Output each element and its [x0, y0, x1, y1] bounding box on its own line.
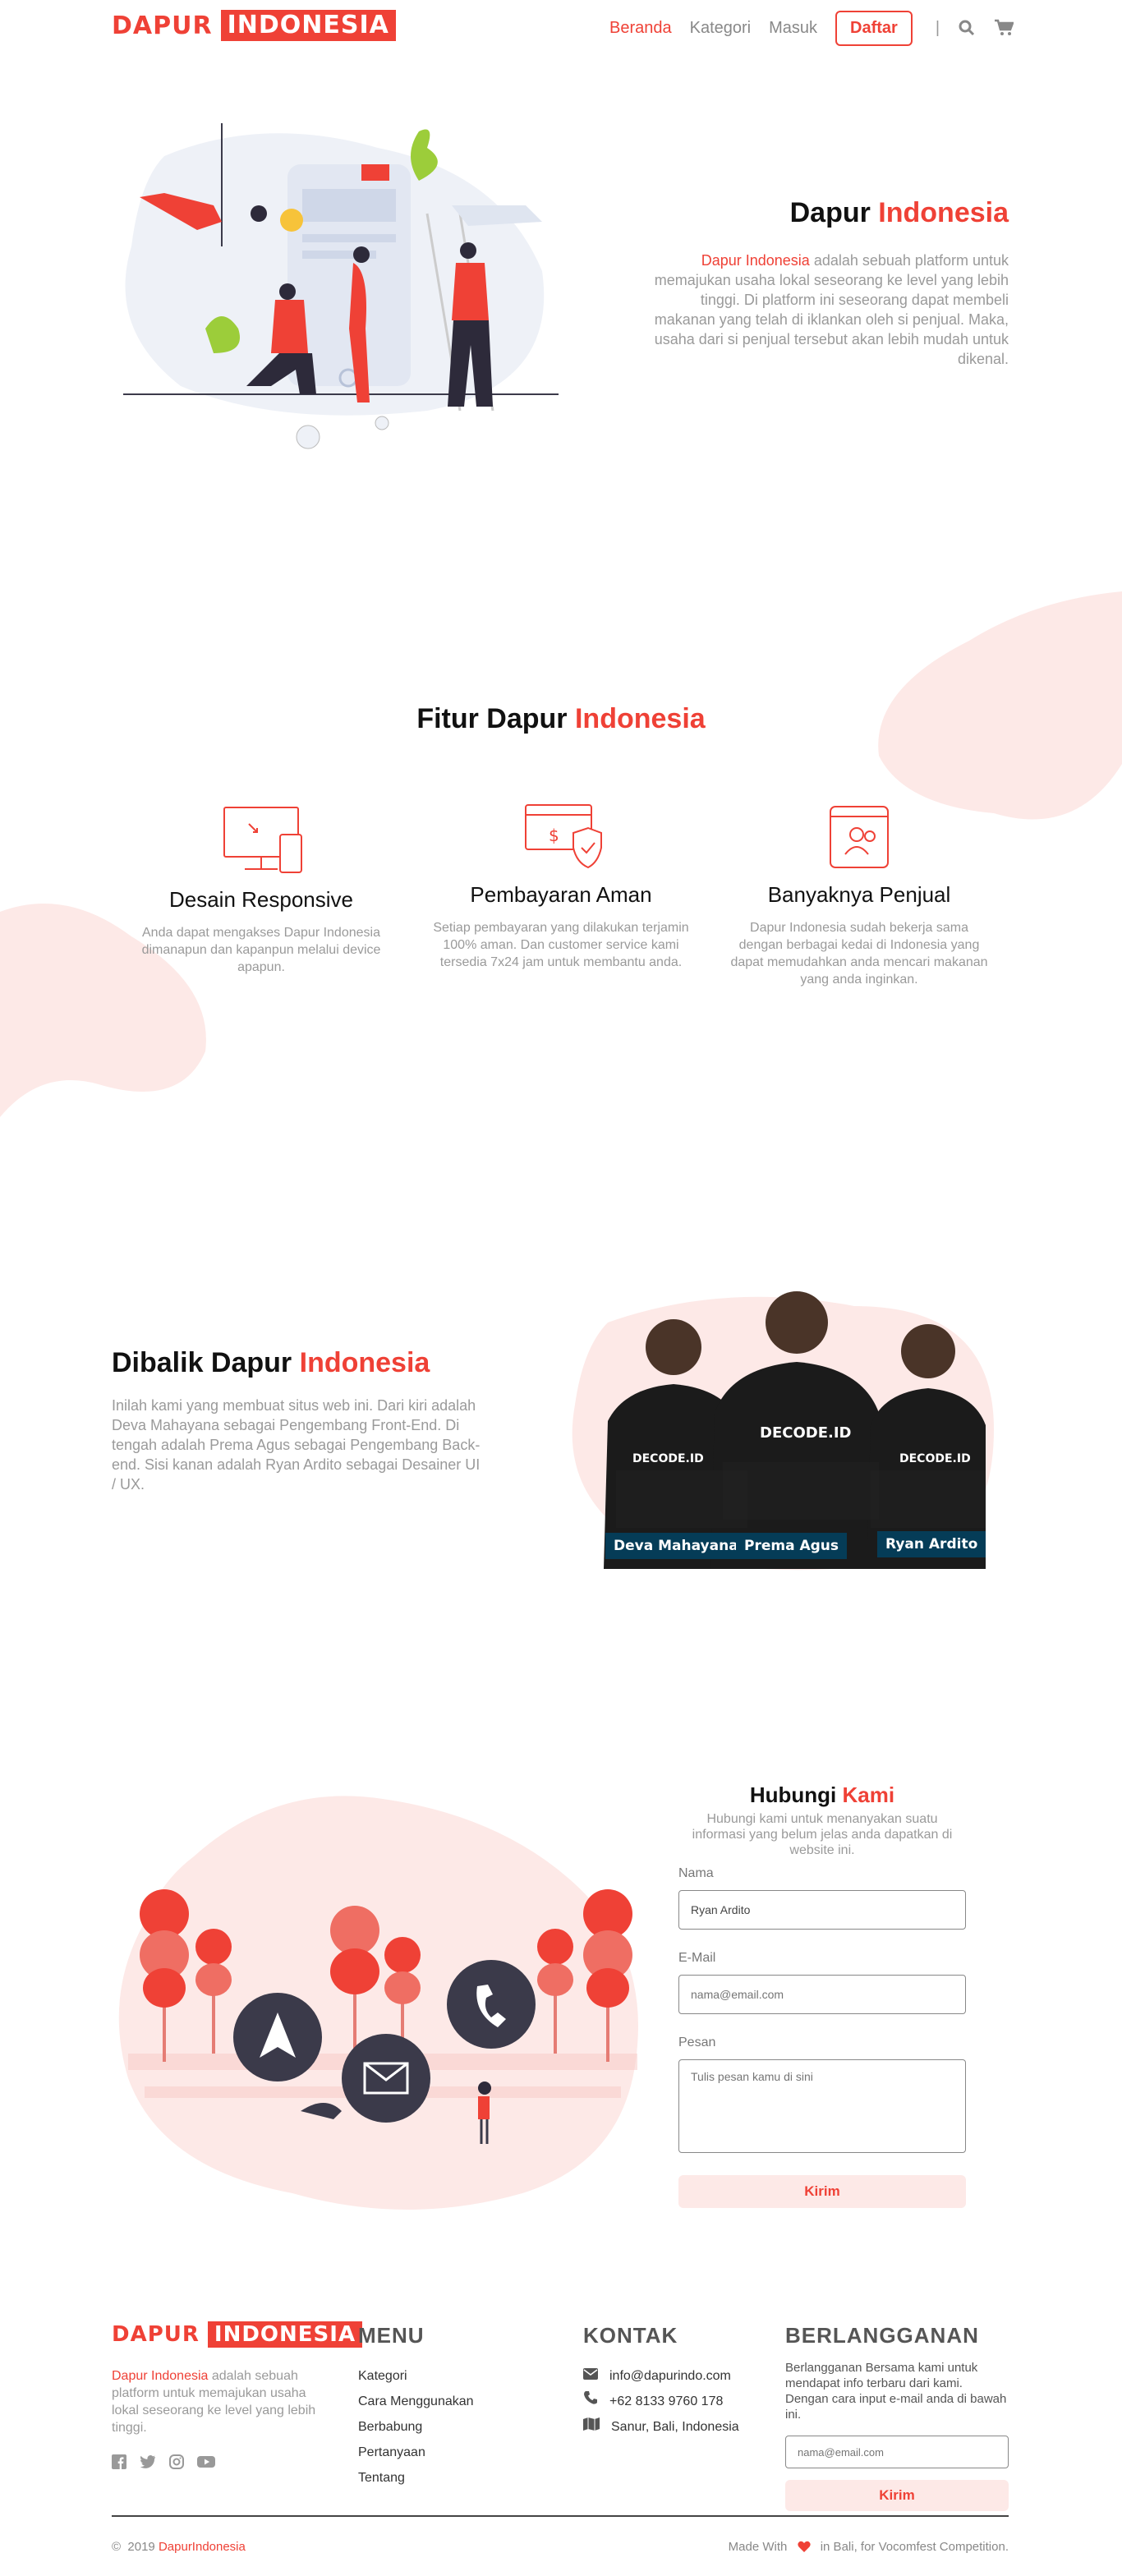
contact-form: Hubungi Kami Hubungi kami untuk menanyak…: [678, 1782, 966, 2208]
shirt-logo-right: DECODE.ID: [899, 1452, 971, 1465]
site-logo[interactable]: DAPUR INDONESIA: [112, 10, 396, 41]
footer-link-pertanyaan[interactable]: Pertanyaan: [358, 2445, 425, 2459]
send-button[interactable]: Kirim: [678, 2175, 966, 2208]
feature-responsive: Desain Responsive Anda dapat mengakses D…: [130, 803, 393, 976]
footer-contact: KONTAK info@dapurindo.com +62 8133 9760 …: [583, 2323, 739, 2440]
footer-link-berbabung[interactable]: Berbabung: [358, 2420, 422, 2434]
twitter-icon[interactable]: [140, 2454, 156, 2473]
made-with: Made With in Bali, for Vocomfest Competi…: [728, 2540, 1009, 2555]
heart-icon: [797, 2541, 811, 2555]
feature-description: Setiap pembayaran yang dilakukan terjami…: [433, 921, 689, 969]
footer-menu: MENU Kategori Cara Menggunakan Berbabung…: [358, 2323, 474, 2491]
hero-title: Dapur Indonesia: [789, 197, 1009, 228]
team-title: Dibalik Dapur Indonesia: [112, 1347, 430, 1378]
hero-illustration: [123, 123, 559, 449]
footer-subscribe: BERLANGGANAN Berlangganan Bersama kami u…: [785, 2323, 1009, 2511]
footer-link-cara-menggunakan[interactable]: Cara Menggunakan: [358, 2394, 474, 2408]
instagram-icon[interactable]: [169, 2454, 184, 2473]
footer-email[interactable]: info@dapurindo.com: [583, 2363, 739, 2389]
feature-description: Anda dapat mengakses Dapur Indonesia dim…: [141, 926, 381, 974]
message-label: Pesan: [678, 2036, 716, 2049]
footer-phone[interactable]: +62 8133 9760 178: [583, 2389, 739, 2414]
features-title: Fitur Dapur Indonesia: [416, 703, 706, 734]
team-text: Dibalik Dapur Indonesia Inilah kami yang…: [112, 1347, 481, 1494]
search-icon[interactable]: [958, 19, 976, 37]
envelope-icon: [583, 2363, 598, 2389]
contact-title: Hubungi Kami: [749, 1782, 895, 1807]
responsive-icon: [130, 803, 393, 886]
copyright: © 2019 DapurIndonesia: [112, 2540, 246, 2554]
subscribe-email-field[interactable]: [785, 2436, 1009, 2468]
footer-link-tentang[interactable]: Tentang: [358, 2471, 405, 2485]
shirt-logo-left: DECODE.ID: [632, 1452, 704, 1465]
email-label: E-Mail: [678, 1951, 716, 1965]
logo-right: INDONESIA: [220, 10, 396, 41]
daftar-button[interactable]: Daftar: [835, 10, 913, 46]
member-name: Ryan Ardito: [877, 1531, 986, 1557]
footer-about: Dapur Indonesia adalah sebuah platform u…: [112, 2369, 316, 2435]
nav-separator: |: [935, 18, 940, 37]
footer-link-kategori[interactable]: Kategori: [358, 2369, 407, 2383]
contact-subtitle: Hubungi kami untuk menanyakan suatu info…: [692, 1812, 953, 1857]
feature-sellers: Banyaknya Penjual Dapur Indonesia sudah …: [728, 800, 991, 988]
seller-icon: [728, 800, 991, 882]
main-nav: Beranda Kategori Masuk Daftar |: [609, 10, 1014, 46]
contact-heading: KONTAK: [583, 2323, 678, 2348]
logo-left: DAPUR: [112, 2322, 200, 2347]
member-name: Deva Mahayana: [605, 1533, 747, 1559]
nav-beranda[interactable]: Beranda: [609, 19, 672, 38]
feature-title: Banyaknya Penjual: [767, 882, 951, 907]
menu-title: MENU: [358, 2323, 425, 2348]
feature-payment: $ Pembayaran Aman Setiap pembayaran yang…: [430, 800, 692, 971]
hero-description: Dapur Indonesia adalah sebuah platform u…: [654, 252, 1009, 367]
footer-logo[interactable]: DAPUR INDONESIA: [112, 2321, 363, 2348]
youtube-icon[interactable]: [197, 2454, 215, 2473]
member-name: Prema Agus: [736, 1533, 848, 1559]
footer-divider: [112, 2515, 1009, 2517]
feature-title: Pembayaran Aman: [470, 882, 652, 907]
logo-left: DAPUR: [112, 11, 213, 40]
payment-icon: $: [430, 800, 692, 882]
team-description: Inilah kami yang membuat situs web ini. …: [112, 1397, 481, 1493]
subscribe-button[interactable]: Kirim: [785, 2480, 1009, 2511]
shirt-logo-center: DECODE.ID: [760, 1424, 851, 1442]
message-field[interactable]: [678, 2059, 966, 2153]
logo-right: INDONESIA: [207, 2321, 363, 2348]
contact-illustration: [118, 1796, 638, 2210]
feature-description: Dapur Indonesia sudah bekerja sama denga…: [730, 921, 988, 987]
svg-text:$: $: [549, 826, 559, 845]
subscribe-heading: BERLANGGANAN: [785, 2323, 979, 2348]
subscribe-description: Berlangganan Bersama kami untuk mendapat…: [785, 2361, 1007, 2422]
facebook-icon[interactable]: [112, 2454, 126, 2473]
phone-icon: [583, 2389, 598, 2414]
feature-title: Desain Responsive: [168, 887, 353, 912]
nav-kategori[interactable]: Kategori: [690, 19, 752, 38]
name-label: Nama: [678, 1866, 714, 1880]
nav-masuk[interactable]: Masuk: [769, 19, 817, 38]
social-links: [112, 2454, 215, 2473]
cart-icon[interactable]: [994, 19, 1014, 37]
copyright-brand-link[interactable]: DapurIndonesia: [159, 2540, 246, 2554]
email-field[interactable]: [678, 1975, 966, 2014]
hero-text: Dapur Indonesia Dapur Indonesia adalah s…: [641, 197, 1009, 369]
footer-address: Sanur, Bali, Indonesia: [583, 2414, 739, 2440]
map-icon: [583, 2414, 600, 2440]
name-field[interactable]: [678, 1890, 966, 1930]
